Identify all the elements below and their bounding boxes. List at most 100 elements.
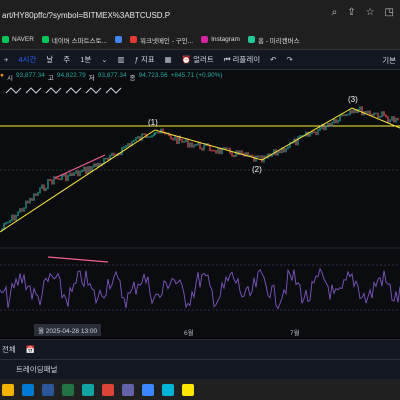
- trading-panel-label[interactable]: 트레이딩패널: [16, 364, 57, 375]
- symbol-search-icon[interactable]: +: [4, 55, 8, 64]
- chart-area[interactable]: (1) (2) (3): [0, 70, 400, 325]
- layout-icon[interactable]: ▦: [165, 55, 172, 64]
- high-value: 94,822.79: [56, 72, 86, 79]
- file-explorer-icon[interactable]: [2, 383, 14, 396]
- bookmark-instagram[interactable]: Instagram: [201, 36, 240, 43]
- candle: [387, 116, 389, 123]
- alarm-icon: ⏰: [181, 55, 192, 64]
- replay-button[interactable]: ⏮ 리플레이: [224, 54, 260, 65]
- crosshair-date-badge: 월 2025-04-28 13:00: [34, 324, 102, 336]
- candle-type-icon[interactable]: ▥: [118, 55, 125, 64]
- bookmark-smartstore[interactable]: 네이버 스마트스토...: [41, 35, 107, 45]
- trading-panel-bar[interactable]: 트레이딩패널: [0, 359, 400, 379]
- candle: [41, 184, 43, 189]
- interval-day[interactable]: 날: [46, 54, 53, 65]
- candle: [23, 207, 25, 212]
- candle: [295, 138, 297, 146]
- candle: [233, 155, 235, 158]
- wave-label: (2): [252, 165, 262, 174]
- edge-icon[interactable]: [82, 383, 94, 396]
- miricanvas-icon: [247, 36, 255, 43]
- zoom-icon[interactable]: ⌕: [332, 8, 338, 18]
- indicators-button[interactable]: ƒ 지표: [135, 54, 155, 65]
- candle: [149, 136, 151, 138]
- bookmark-star-icon[interactable]: ☆: [366, 8, 375, 18]
- outlook-icon[interactable]: [22, 383, 34, 396]
- range-all[interactable]: 전체: [2, 344, 16, 355]
- bookmark-worknet[interactable]: 워크넷메인 - 구인...: [130, 35, 193, 45]
- candle: [201, 147, 203, 151]
- candle: [174, 136, 176, 141]
- low-value: 93,877.34: [97, 72, 127, 79]
- candle: [71, 172, 73, 177]
- kakaotalk-icon[interactable]: [182, 383, 194, 396]
- candle: [25, 200, 27, 209]
- candle: [347, 113, 349, 116]
- candle: [65, 173, 67, 182]
- interval-dropdown[interactable]: ⌄: [101, 55, 107, 64]
- excel-icon[interactable]: [62, 383, 74, 396]
- rsi-divergence-line: [47, 256, 109, 263]
- naver-icon: [2, 36, 9, 43]
- app-icon[interactable]: [142, 383, 154, 396]
- candle: [29, 197, 31, 204]
- candle: [105, 157, 107, 160]
- time-label-july: 7월: [290, 330, 300, 337]
- word-icon[interactable]: [42, 383, 54, 396]
- candle: [17, 211, 19, 217]
- os-taskbar: [0, 379, 400, 400]
- layout-name[interactable]: 기본: [382, 55, 396, 66]
- bookmark-naver[interactable]: NAVER: [2, 36, 34, 43]
- candle: [191, 142, 193, 148]
- chart-canvas[interactable]: (1) (2) (3): [0, 70, 400, 325]
- candle: [315, 131, 317, 135]
- wave-label: (1): [148, 118, 158, 127]
- candle: [337, 119, 339, 124]
- replay-icon: ⏮: [223, 54, 231, 64]
- time-label-june: 6월: [184, 330, 194, 337]
- candle: [309, 132, 311, 137]
- candle: [389, 119, 391, 123]
- candle: [57, 177, 59, 180]
- candle: [87, 166, 89, 175]
- goto-date-icon[interactable]: 📅: [26, 345, 35, 354]
- candle: [21, 208, 23, 212]
- candle: [327, 122, 329, 128]
- url-text[interactable]: art/HY80pffc/?symbol=BITMEX%3ABTCUSD.P: [2, 11, 170, 20]
- candle: [261, 155, 263, 163]
- candle: [377, 112, 379, 119]
- change-value: +845.71 (+0.90%): [170, 72, 223, 79]
- symbol-icon: ●: [0, 72, 4, 79]
- candle: [325, 125, 327, 131]
- candle: [35, 193, 37, 196]
- interval-1m[interactable]: 1분: [80, 54, 91, 65]
- photo-icon[interactable]: [162, 383, 174, 396]
- candle: [51, 179, 53, 185]
- candle: [81, 169, 83, 173]
- extensions-icon[interactable]: ◳: [385, 8, 394, 18]
- share-icon[interactable]: ⇪: [347, 8, 355, 18]
- teams-icon[interactable]: [122, 383, 134, 396]
- candle: [181, 138, 183, 143]
- candle: [349, 109, 351, 116]
- candle: [285, 148, 287, 153]
- interval-4h[interactable]: 4시간: [18, 54, 36, 65]
- candle: [317, 129, 319, 135]
- candle: [241, 150, 243, 155]
- wave-label: (3): [348, 95, 358, 104]
- chrome-icon[interactable]: [102, 383, 114, 396]
- redo-button[interactable]: ↷: [286, 55, 292, 64]
- undo-button[interactable]: ↶: [270, 55, 276, 64]
- candle: [391, 116, 393, 121]
- candle: [123, 146, 125, 149]
- interval-week[interactable]: 주: [63, 54, 70, 65]
- candle: [359, 106, 361, 111]
- candle: [253, 155, 255, 162]
- candle: [225, 147, 227, 150]
- candle: [217, 147, 219, 154]
- bookmark-miricanvas[interactable]: 홈 - 미리캔버스: [247, 35, 300, 45]
- alert-button[interactable]: ⏰ 얼러트: [182, 54, 214, 65]
- bookmark-google[interactable]: [115, 36, 122, 43]
- candle: [339, 114, 341, 122]
- browser-url-bar[interactable]: art/HY80pffc/?symbol=BITMEX%3ABTCUSD.P ⌕…: [0, 0, 400, 30]
